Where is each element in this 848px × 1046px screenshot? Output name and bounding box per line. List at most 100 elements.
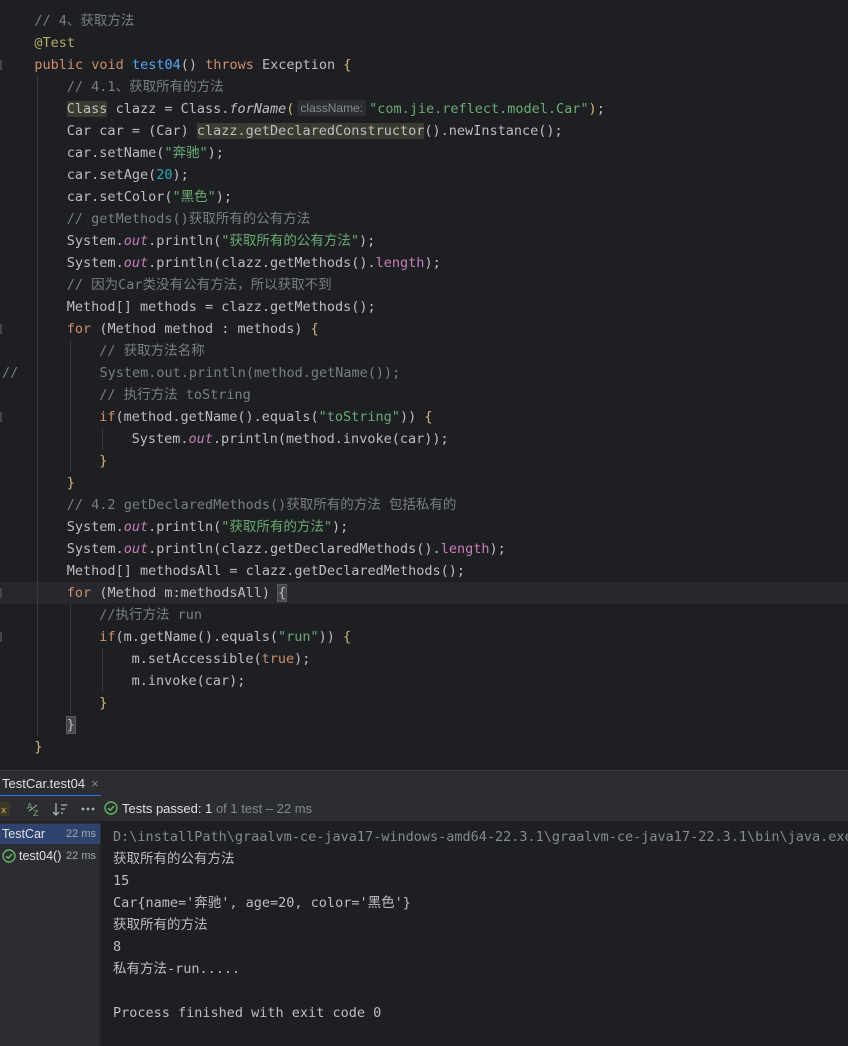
code-token: } [66,475,75,491]
code-token: // 因为Car类没有公有方法，所以获取不到 [66,277,332,293]
code-token: { [277,584,288,602]
indent-guide [69,340,71,472]
code-token: 20 [156,167,173,183]
code-token: ); [215,189,232,205]
console-output[interactable]: D:\installPath\graalvm-ce-java17-windows… [101,822,848,1046]
code-token: test04 [131,57,181,73]
check-circle-icon [2,849,16,863]
code-token: "获取所有的公有方法" [221,233,360,249]
code-line: System.out.println("获取所有的方法"); [0,516,848,538]
code-token: //执行方法 run [99,607,202,623]
code-token: (method.getName().equals( [115,409,319,425]
code-token: ); [424,255,441,271]
code-token: .println(clazz.getMethods(). [148,255,376,271]
code-line: System.out.println(clazz.getDeclaredMeth… [0,538,848,560]
code-text: } [99,692,107,714]
code-token: car.setAge( [66,167,157,183]
code-token: // 执行方法 toString [99,387,251,403]
gutter-marker [0,588,2,598]
code-token: ); [172,167,189,183]
code-text: public void test04() throws Exception { [34,54,351,76]
code-token: System. [66,519,124,535]
code-token: out [123,519,149,535]
code-token: ); [207,145,224,161]
code-line: } [0,450,848,472]
code-line: public void test04() throws Exception { [0,54,848,76]
gutter-marker [0,324,2,334]
code-token: Class [66,101,108,117]
console-line: 获取所有的方法 [113,917,208,933]
more-icon[interactable] [80,800,96,818]
code-token: } [65,716,76,734]
code-text: car.setAge(20); [67,164,189,186]
sort-alphabetically-icon[interactable]: AZ [26,800,42,818]
code-token: ); [359,233,376,249]
close-icon[interactable]: × [91,776,99,791]
tree-item-label: TestCar [2,827,46,841]
gutter-marker [0,632,2,642]
tree-item-test04[interactable]: test04() 22 ms [0,846,100,866]
code-token: .println( [148,519,222,535]
code-line: // 执行方法 toString [0,384,848,406]
code-text: // 4、获取方法 [34,10,134,32]
code-token: length [440,541,490,557]
indent-guide [69,604,71,714]
code-text: // 执行方法 toString [99,384,251,406]
code-token: (m.getName().equals( [115,629,279,645]
tree-item-testcar[interactable]: TestCar 22 ms [0,824,100,844]
code-token: "toString" [318,409,400,425]
code-token: // System.out.println(method.getName()); [2,365,401,381]
code-line: Class clazz = Class.forName(className: "c… [0,98,848,120]
code-token: clazz.getDeclaredConstructor [196,123,425,139]
code-token: @Test [34,35,76,51]
code-line: // 4.1、获取所有的方法 [0,76,848,98]
indent-guide [37,76,39,736]
code-token: public [34,57,92,73]
code-token: ); [489,541,506,557]
code-line: Method[] methodsAll = clazz.getDeclaredM… [0,560,848,582]
code-text: @Test [34,32,75,54]
code-token: // getMethods()获取所有的公有方法 [66,211,311,227]
rerun-failed-icon[interactable]: x [0,800,10,818]
code-token: ) [588,101,597,117]
code-text: if(m.getName().equals("run")) { [99,626,351,648]
code-token: System. [66,541,124,557]
tests-status-rest: of 1 test – 22 ms [212,801,313,816]
code-line: System.out.println(method.invoke(car)); [0,428,848,450]
console-line: Car{name='奔驰', age=20, color='黑色'} [113,895,411,911]
code-token: System. [131,431,189,447]
code-editor[interactable]: // 4、获取方法 @Test public void test04() throw… [0,0,848,770]
code-line: m.invoke(car); [0,670,848,692]
code-text: } [67,472,75,494]
code-token: void [91,57,132,73]
code-text: } [34,736,42,758]
code-token: Car car = (Car) [66,123,197,139]
gutter-marker [0,60,2,70]
sort-by-duration-icon[interactable] [52,800,68,818]
code-line: m.setAccessible(true); [0,648,848,670]
code-token: } [34,739,43,755]
console-line: Process finished with exit code 0 [113,1005,382,1021]
code-token: Method[] methods = clazz.getMethods(); [66,299,376,315]
code-line: @Test [0,32,848,54]
code-line: // 4、获取方法 [0,10,848,32]
code-line: for (Method method : methods) { [0,318,848,340]
code-token: clazz = Class. [107,101,230,117]
code-text: } [99,450,107,472]
code-line: // 4.2 getDeclaredMethods()获取所有的方法 包括私有的 [0,494,848,516]
code-token: ); [332,519,349,535]
run-tab[interactable]: TestCar.test04 × [0,771,101,797]
code-line: Method[] methods = clazz.getMethods(); [0,296,848,318]
console-line: 获取所有的公有方法 [113,851,235,867]
code-text: System.out.println(clazz.getMethods().le… [67,252,441,274]
code-token: for [66,321,100,337]
code-text: System.out.println("获取所有的公有方法"); [67,230,375,252]
code-token: System. [66,255,124,271]
code-token: System. [66,233,124,249]
run-tool-window: TestCar.test04 × x AZ Tests passed: 1 of … [0,770,848,1046]
code-token: "奔驰" [164,145,208,161]
code-token: if [99,629,116,645]
svg-text:Z: Z [33,809,39,818]
code-token: out [123,255,149,271]
code-line: //执行方法 run [0,604,848,626]
